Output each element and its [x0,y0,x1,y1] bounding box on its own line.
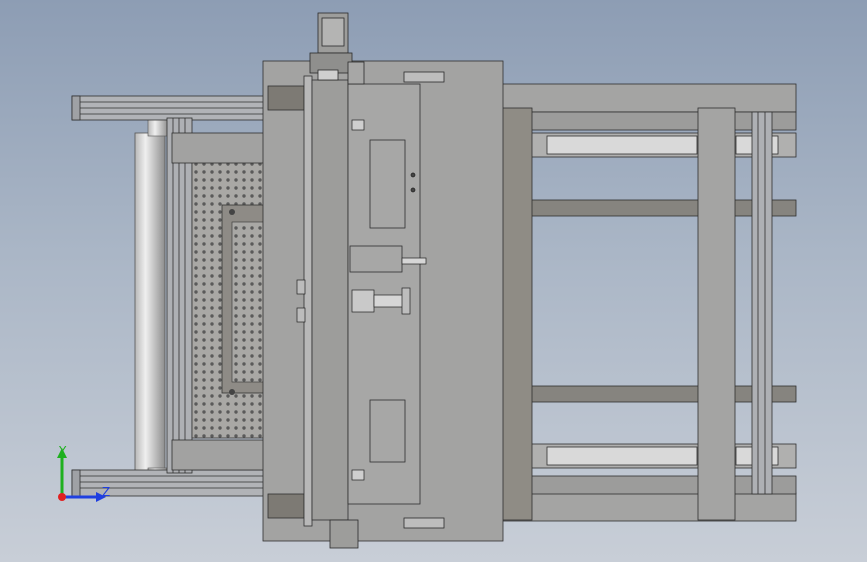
top-extrusion-rail [71,95,273,121]
left-vertical-extrusion [166,117,193,474]
x-axis-dot [58,493,66,501]
cad-model-drawing[interactable]: Y Z [0,0,867,562]
y-axis-label: Y [58,444,67,458]
z-axis-label: Z [102,485,110,499]
cad-graphics-viewport[interactable]: Y Z [0,0,867,562]
perforated-plate [191,159,265,439]
